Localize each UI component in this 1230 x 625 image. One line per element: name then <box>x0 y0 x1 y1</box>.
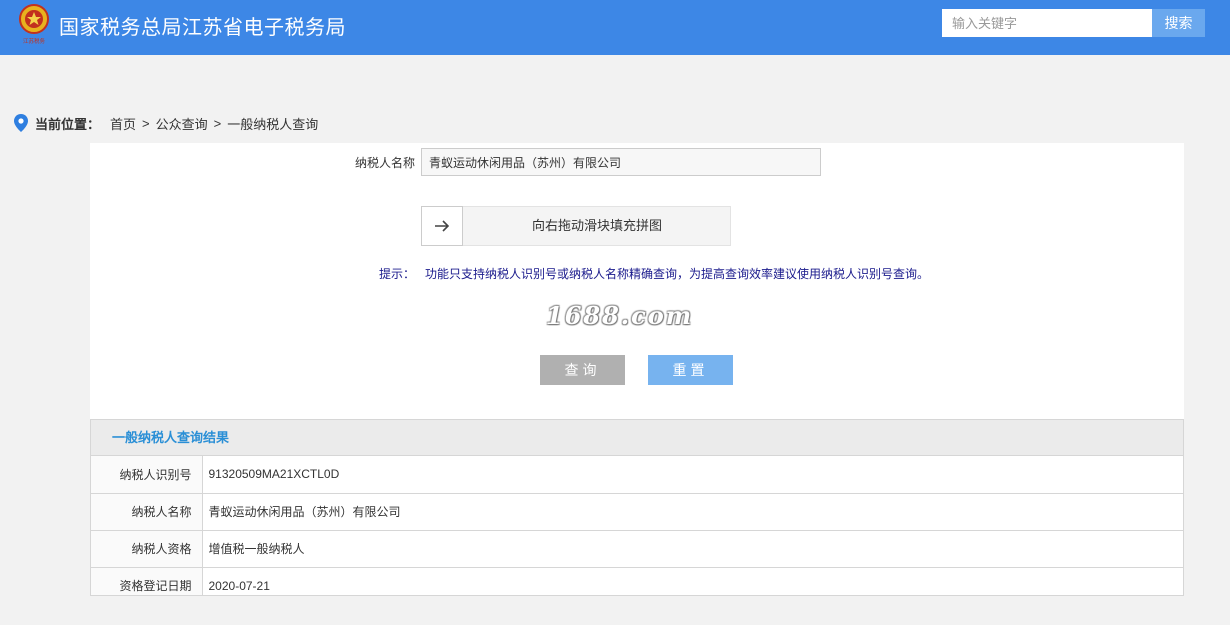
reset-button[interactable]: 重置 <box>648 355 733 385</box>
row-label: 纳税人名称 <box>91 493 203 531</box>
logo-text: 江苏税务 <box>23 37 46 45</box>
breadcrumb-public-query-link[interactable]: 公众查询 <box>156 114 208 133</box>
taxpayer-name-input[interactable] <box>421 148 821 176</box>
table-row: 纳税人资格 增值税一般纳税人 <box>91 530 1183 568</box>
row-value: 增值税一般纳税人 <box>202 530 1183 568</box>
row-value: 2020-07-21 <box>202 567 1183 595</box>
search-input[interactable] <box>942 9 1152 37</box>
table-row: 纳税人识别号 91320509MA21XCTL0D <box>91 456 1183 494</box>
location-pin-icon <box>14 114 28 132</box>
slider-hint-text: 向右拖动滑块填充拼图 <box>531 218 662 233</box>
query-tip: 提示： 功能只支持纳税人识别号或纳税人名称精确查询，为提高查询效率建议使用纳税人识… <box>379 265 929 282</box>
watermark-text: 1688.com <box>546 301 694 330</box>
query-button[interactable]: 查询 <box>540 355 625 385</box>
breadcrumb-current-label: 当前位置： <box>35 116 101 132</box>
row-label: 资格登记日期 <box>91 567 203 595</box>
breadcrumb-separator: > <box>142 115 150 131</box>
query-panel: 纳税人名称 向右拖动滑块填充拼图 提示： 功能只支持纳税人识别号或纳税人名称精确查… <box>90 143 1184 419</box>
slider-captcha[interactable]: 向右拖动滑块填充拼图 <box>421 206 731 246</box>
tip-label: 提示： <box>379 267 416 281</box>
row-label: 纳税人资格 <box>91 530 203 568</box>
breadcrumb-separator: > <box>213 115 222 131</box>
search-button[interactable]: 搜索 <box>1152 9 1205 37</box>
tip-text: 功能只支持纳税人识别号或纳税人名称精确查询，为提高查询效率建议使用纳税人识别号查… <box>425 267 930 281</box>
result-section: 一般纳税人查询结果 纳税人识别号 91320509MA21XCTL0D 纳税人名… <box>90 419 1184 596</box>
slider-handle[interactable] <box>421 206 463 246</box>
site-title: 国家税务总局江苏省电子税务局 <box>59 17 346 39</box>
arrow-right-icon <box>435 220 450 232</box>
breadcrumb-home-link[interactable]: 首页 <box>110 114 136 133</box>
table-row: 资格登记日期 2020-07-21 <box>91 567 1183 595</box>
breadcrumb-general-taxpayer-query: 一般纳税人查询 <box>227 116 319 132</box>
row-label: 纳税人识别号 <box>91 456 203 494</box>
table-row: 纳税人名称 青蚁运动休闲用品（苏州）有限公司 <box>91 493 1183 531</box>
row-value: 青蚁运动休闲用品（苏州）有限公司 <box>202 493 1183 531</box>
breadcrumb: 当前位置： 首页 > 公众查询 > 一般纳税人查询 <box>14 113 318 133</box>
taxpayer-name-label: 纳税人名称 <box>355 156 416 170</box>
result-table: 纳税人识别号 91320509MA21XCTL0D 纳税人名称 青蚁运动休闲用品… <box>91 456 1183 595</box>
header-bar: 江苏税务 国家税务总局江苏省电子税务局 搜索 <box>0 0 1230 55</box>
result-title: 一般纳税人查询结果 <box>91 420 1183 456</box>
tax-emblem-logo[interactable]: 江苏税务 <box>17 3 51 45</box>
row-value: 91320509MA21XCTL0D <box>202 456 1183 494</box>
